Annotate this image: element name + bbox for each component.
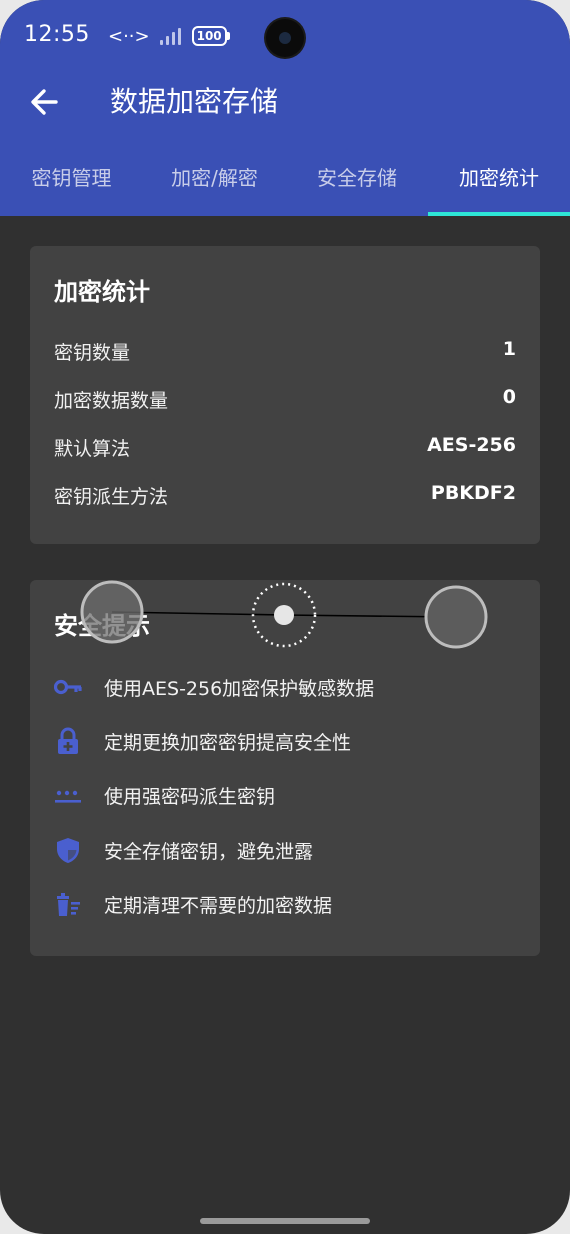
list-item: 安全存储密钥，避免泄露	[54, 834, 516, 868]
stat-value: 0	[502, 386, 516, 408]
signal-icon	[158, 27, 184, 45]
security-tips-card: 安全提示 使用AES-256加密保护敏感数据 定期更换加密密钥提高安全性 使用强…	[30, 580, 540, 956]
screen: 12:55 <··> 100 数据加密存储 密钥管理 加密/解密 安全存储 加密…	[0, 0, 570, 1234]
tab-secure-storage[interactable]: 安全存储	[286, 148, 428, 216]
app-bar: 12:55 <··> 100 数据加密存储 密钥管理 加密/解密 安全存储 加密…	[0, 0, 570, 216]
list-item: 定期更换加密密钥提高安全性	[54, 725, 516, 759]
tip-text: 安全存储密钥，避免泄露	[104, 841, 314, 863]
tip-text: 使用强密码派生密钥	[104, 786, 276, 808]
stat-row: 加密数据数量 0	[54, 386, 516, 416]
stat-value: 1	[502, 338, 516, 360]
stat-value: PBKDF2	[430, 482, 516, 504]
tip-text: 使用AES-256加密保护敏感数据	[104, 678, 375, 700]
stat-label: 密钥数量	[54, 342, 131, 364]
tab-key-management[interactable]: 密钥管理	[0, 148, 143, 216]
stat-label: 密钥派生方法	[54, 486, 169, 508]
trash-list-icon	[57, 893, 80, 916]
battery-icon: 100	[191, 26, 230, 46]
front-camera	[266, 19, 304, 57]
stat-row: 密钥派生方法 PBKDF2	[54, 482, 516, 512]
tab-encryption-stats[interactable]: 加密统计	[428, 148, 570, 216]
page-title: 数据加密存储	[110, 85, 279, 118]
tip-text: 定期清理不需要的加密数据	[104, 895, 333, 917]
stat-row: 默认算法 AES-256	[54, 434, 516, 464]
tip-text: 定期更换加密密钥提高安全性	[104, 732, 352, 754]
stats-card-title: 加密统计	[54, 278, 150, 306]
stats-card: 加密统计 密钥数量 1 加密数据数量 0 默认算法 AES-256 密钥派生方法…	[30, 246, 540, 544]
stat-value: AES-256	[427, 434, 516, 456]
status-time: 12:55	[24, 22, 90, 47]
stat-label: 默认算法	[54, 438, 131, 460]
home-indicator[interactable]	[200, 1218, 370, 1224]
tab-bar: 密钥管理 加密/解密 安全存储 加密统计	[0, 148, 570, 216]
back-button[interactable]	[26, 82, 62, 122]
back-arrow-icon	[31, 89, 58, 115]
password-icon	[55, 790, 81, 803]
lock-icon	[58, 727, 78, 754]
tab-encrypt-decrypt[interactable]: 加密/解密	[143, 148, 286, 216]
key-icon	[54, 679, 82, 695]
list-item: 定期清理不需要的加密数据	[54, 888, 516, 922]
stat-label: 加密数据数量	[54, 390, 169, 412]
stat-row: 密钥数量 1	[54, 338, 516, 368]
shield-icon	[57, 838, 79, 863]
status-icons: <··> 100	[108, 24, 230, 48]
list-item: 使用AES-256加密保护敏感数据	[54, 671, 516, 705]
tips-card-title: 安全提示	[54, 612, 150, 640]
status-bar: 12:55 <··> 100	[0, 0, 570, 70]
list-item: 使用强密码派生密钥	[54, 779, 516, 813]
nfc-icon: <··>	[108, 25, 150, 47]
